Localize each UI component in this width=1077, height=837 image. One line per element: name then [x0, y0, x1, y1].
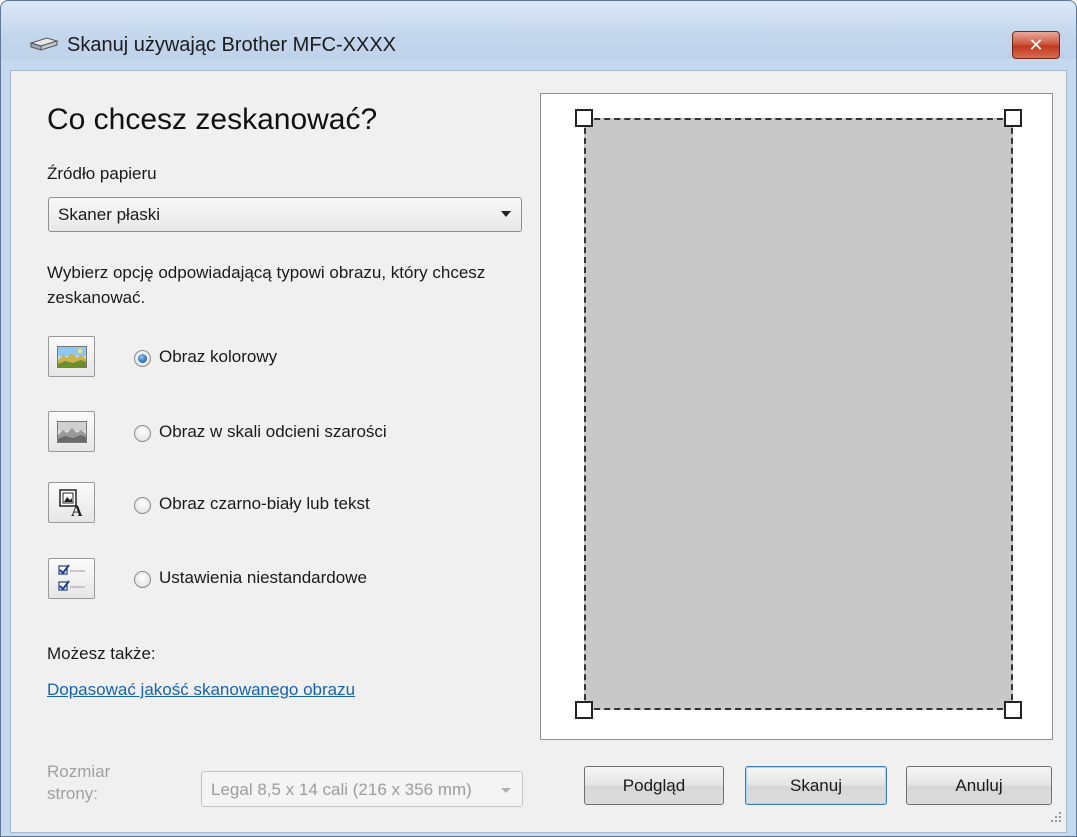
cancel-button[interactable]: Anuluj: [906, 766, 1052, 805]
crop-handle-bottom-left[interactable]: [575, 701, 593, 719]
adjust-quality-link[interactable]: Dopasować jakość skanowanego obrazu: [47, 680, 355, 700]
paper-source-label: Źródło papieru: [47, 164, 157, 183]
crop-handle-bottom-right[interactable]: [1004, 701, 1022, 719]
color-picture-icon[interactable]: [48, 336, 95, 377]
page-size-value: Legal 8,5 x 14 cali (216 x 356 mm): [211, 780, 472, 799]
color-picture-label[interactable]: Obraz kolorowy: [159, 347, 277, 367]
color-picture-radio[interactable]: [134, 350, 151, 367]
preview-button[interactable]: Podgląd: [584, 766, 724, 805]
black-white-text-icon[interactable]: A: [48, 482, 95, 523]
custom-settings-radio[interactable]: [134, 571, 151, 588]
paper-source-select[interactable]: Skaner płaski: [48, 197, 522, 232]
crop-handle-top-right[interactable]: [1004, 109, 1022, 127]
page-size-label-line2: strony:: [47, 784, 99, 803]
chevron-down-icon: [496, 780, 516, 800]
scan-preview-pane: [540, 93, 1053, 740]
custom-settings-icon[interactable]: [48, 558, 95, 599]
title-bar[interactable]: Skanuj używając Brother MFC-XXXX ✕: [1, 1, 1076, 59]
grayscale-picture-icon[interactable]: [48, 411, 95, 452]
grayscale-picture-radio[interactable]: [134, 425, 151, 442]
window-title: Skanuj używając Brother MFC-XXXX: [67, 34, 397, 56]
resize-grip-icon[interactable]: [1050, 810, 1062, 828]
scan-area-selection[interactable]: [584, 118, 1013, 710]
page-title: Co chcesz zeskanować?: [47, 103, 378, 136]
black-white-text-radio[interactable]: [134, 497, 151, 514]
page-size-select[interactable]: Legal 8,5 x 14 cali (216 x 356 mm): [201, 771, 523, 807]
close-button[interactable]: ✕: [1012, 31, 1060, 59]
scan-dialog-window: Skanuj używając Brother MFC-XXXX ✕ Co ch…: [0, 0, 1077, 837]
grayscale-picture-label[interactable]: Obraz w skali odcieni szarości: [159, 422, 387, 442]
scan-button[interactable]: Skanuj: [745, 766, 887, 805]
scanner-icon: [29, 34, 59, 59]
crop-handle-top-left[interactable]: [575, 109, 593, 127]
black-white-text-label[interactable]: Obraz czarno-biały lub tekst: [159, 494, 370, 514]
dialog-body: Co chcesz zeskanować? Źródło papieru Ska…: [10, 70, 1067, 833]
image-type-description: Wybierz opcję odpowiadającą typowi obraz…: [47, 263, 486, 307]
page-size-label: Rozmiar strony:: [47, 761, 110, 805]
also-label: Możesz także:: [47, 644, 156, 663]
paper-source-value: Skaner płaski: [58, 205, 161, 224]
svg-text:A: A: [71, 503, 83, 518]
page-size-label-line1: Rozmiar: [47, 762, 111, 781]
custom-settings-label[interactable]: Ustawienia niestandardowe: [159, 568, 367, 588]
chevron-down-icon: [499, 207, 513, 226]
close-icon: ✕: [1028, 34, 1044, 55]
